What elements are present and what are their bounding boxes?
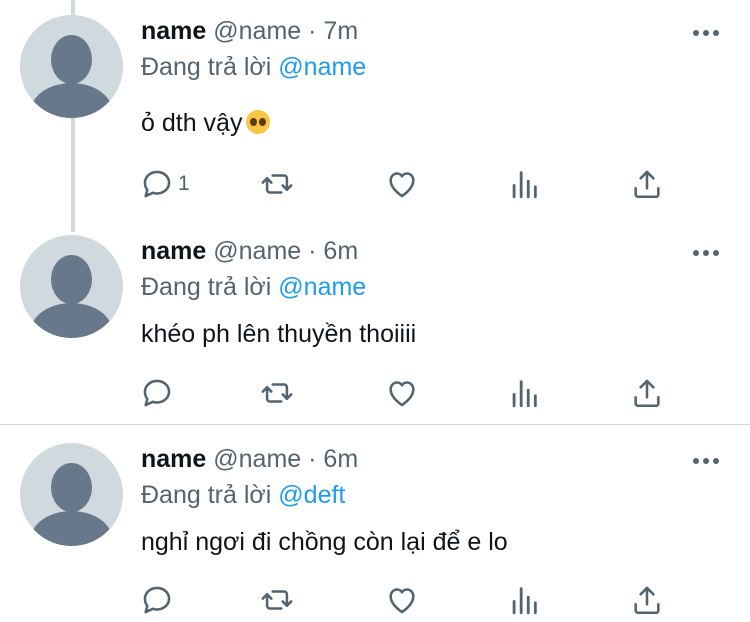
share-icon	[634, 586, 660, 615]
avatar[interactable]	[20, 443, 123, 546]
timestamp[interactable]: 7m	[323, 17, 358, 45]
retweet-icon	[261, 590, 293, 610]
reply-button[interactable]	[140, 580, 174, 620]
more-options-icon[interactable]	[693, 248, 723, 258]
share-button[interactable]	[630, 580, 664, 620]
views-icon	[512, 587, 537, 615]
replying-prefix: Đang trả lời	[141, 481, 272, 509]
timestamp[interactable]: 6m	[323, 237, 358, 265]
avatar[interactable]	[20, 15, 123, 118]
display-name[interactable]: name	[141, 237, 206, 265]
tweet-text-content: ỏ dth vậy	[141, 109, 243, 137]
pleading-face-emoji	[246, 110, 271, 134]
more-options-icon[interactable]	[693, 28, 723, 38]
tweet-text: ỏ dth vậy	[141, 109, 271, 138]
retweet-icon	[261, 174, 293, 194]
reply-count: 1	[178, 172, 190, 195]
action-bar	[140, 373, 680, 413]
handle[interactable]: @name	[213, 17, 301, 45]
like-button[interactable]	[385, 580, 419, 620]
reply-button[interactable]: 1	[140, 164, 190, 204]
replying-prefix: Đang trả lời	[141, 53, 272, 81]
replying-to: Đang trả lời @deft	[141, 481, 345, 510]
like-icon	[389, 381, 415, 407]
retweet-icon	[261, 383, 293, 403]
views-icon	[512, 380, 537, 408]
tweet-header: name @name · 6m	[141, 445, 358, 474]
divider	[0, 424, 750, 425]
action-bar: 1	[140, 164, 680, 204]
handle[interactable]: @name	[213, 237, 301, 265]
mention-link[interactable]: @name	[278, 273, 366, 301]
action-bar	[140, 580, 680, 620]
avatar[interactable]	[20, 235, 123, 338]
timestamp[interactable]: 6m	[323, 445, 358, 473]
reply-button[interactable]	[140, 373, 174, 413]
reply-icon	[143, 379, 171, 407]
views-button[interactable]	[507, 373, 541, 413]
display-name[interactable]: name	[141, 445, 206, 473]
reply-icon	[143, 586, 171, 614]
views-button[interactable]	[507, 164, 541, 204]
separator: ·	[308, 17, 317, 45]
display-name[interactable]: name	[141, 17, 206, 45]
tweet-header: name @name · 7m	[141, 17, 358, 46]
like-icon	[389, 172, 415, 198]
views-button[interactable]	[507, 580, 541, 620]
share-icon	[634, 170, 660, 199]
tweet-text: khéo ph lên thuyền thoiiii	[141, 320, 417, 348]
separator: ·	[308, 237, 317, 265]
tweet-header: name @name · 6m	[141, 237, 358, 266]
replying-to: Đang trả lời @name	[141, 53, 366, 82]
replying-to: Đang trả lời @name	[141, 273, 366, 302]
share-button[interactable]	[630, 373, 664, 413]
retweet-button[interactable]	[260, 373, 294, 413]
separator: ·	[308, 445, 317, 473]
like-button[interactable]	[385, 164, 419, 204]
more-options-icon[interactable]	[693, 456, 723, 466]
share-button[interactable]	[630, 164, 664, 204]
mention-link[interactable]: @name	[278, 53, 366, 81]
tweet-text: nghỉ ngơi đi chồng còn lại để e lo	[141, 528, 508, 556]
views-icon	[512, 171, 537, 199]
like-button[interactable]	[385, 373, 419, 413]
like-icon	[389, 588, 415, 614]
retweet-button[interactable]	[260, 580, 294, 620]
replying-prefix: Đang trả lời	[141, 273, 272, 301]
retweet-button[interactable]	[260, 164, 294, 204]
handle[interactable]: @name	[213, 445, 301, 473]
reply-icon	[143, 170, 171, 198]
share-icon	[634, 379, 660, 408]
mention-link[interactable]: @deft	[278, 481, 345, 509]
